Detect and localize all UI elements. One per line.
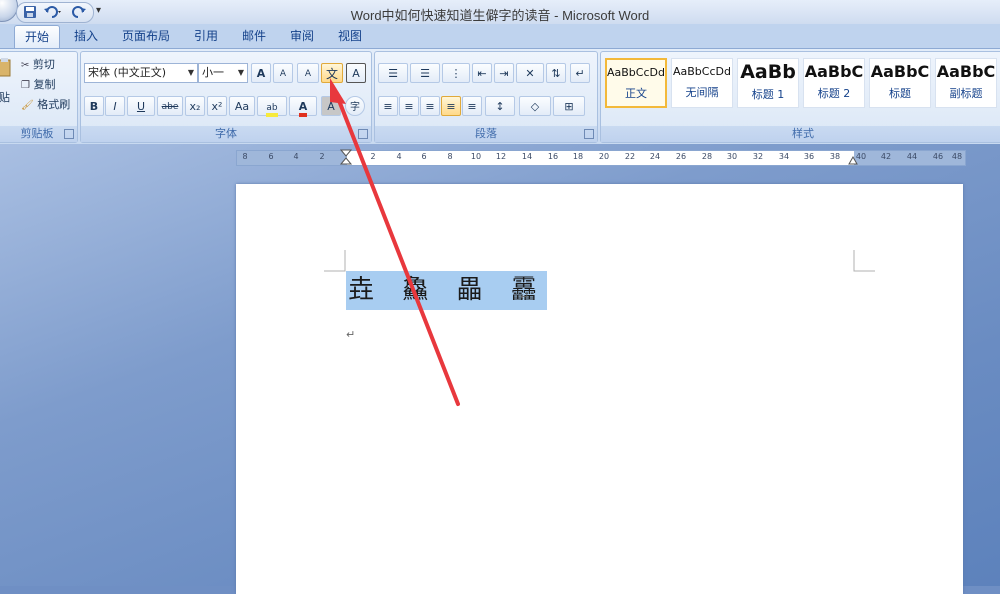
baidu-watermark: Bai du 经验 jingyan.baidu.com <box>765 478 985 568</box>
watermark-url: jingyan.baidu.com <box>765 548 886 565</box>
